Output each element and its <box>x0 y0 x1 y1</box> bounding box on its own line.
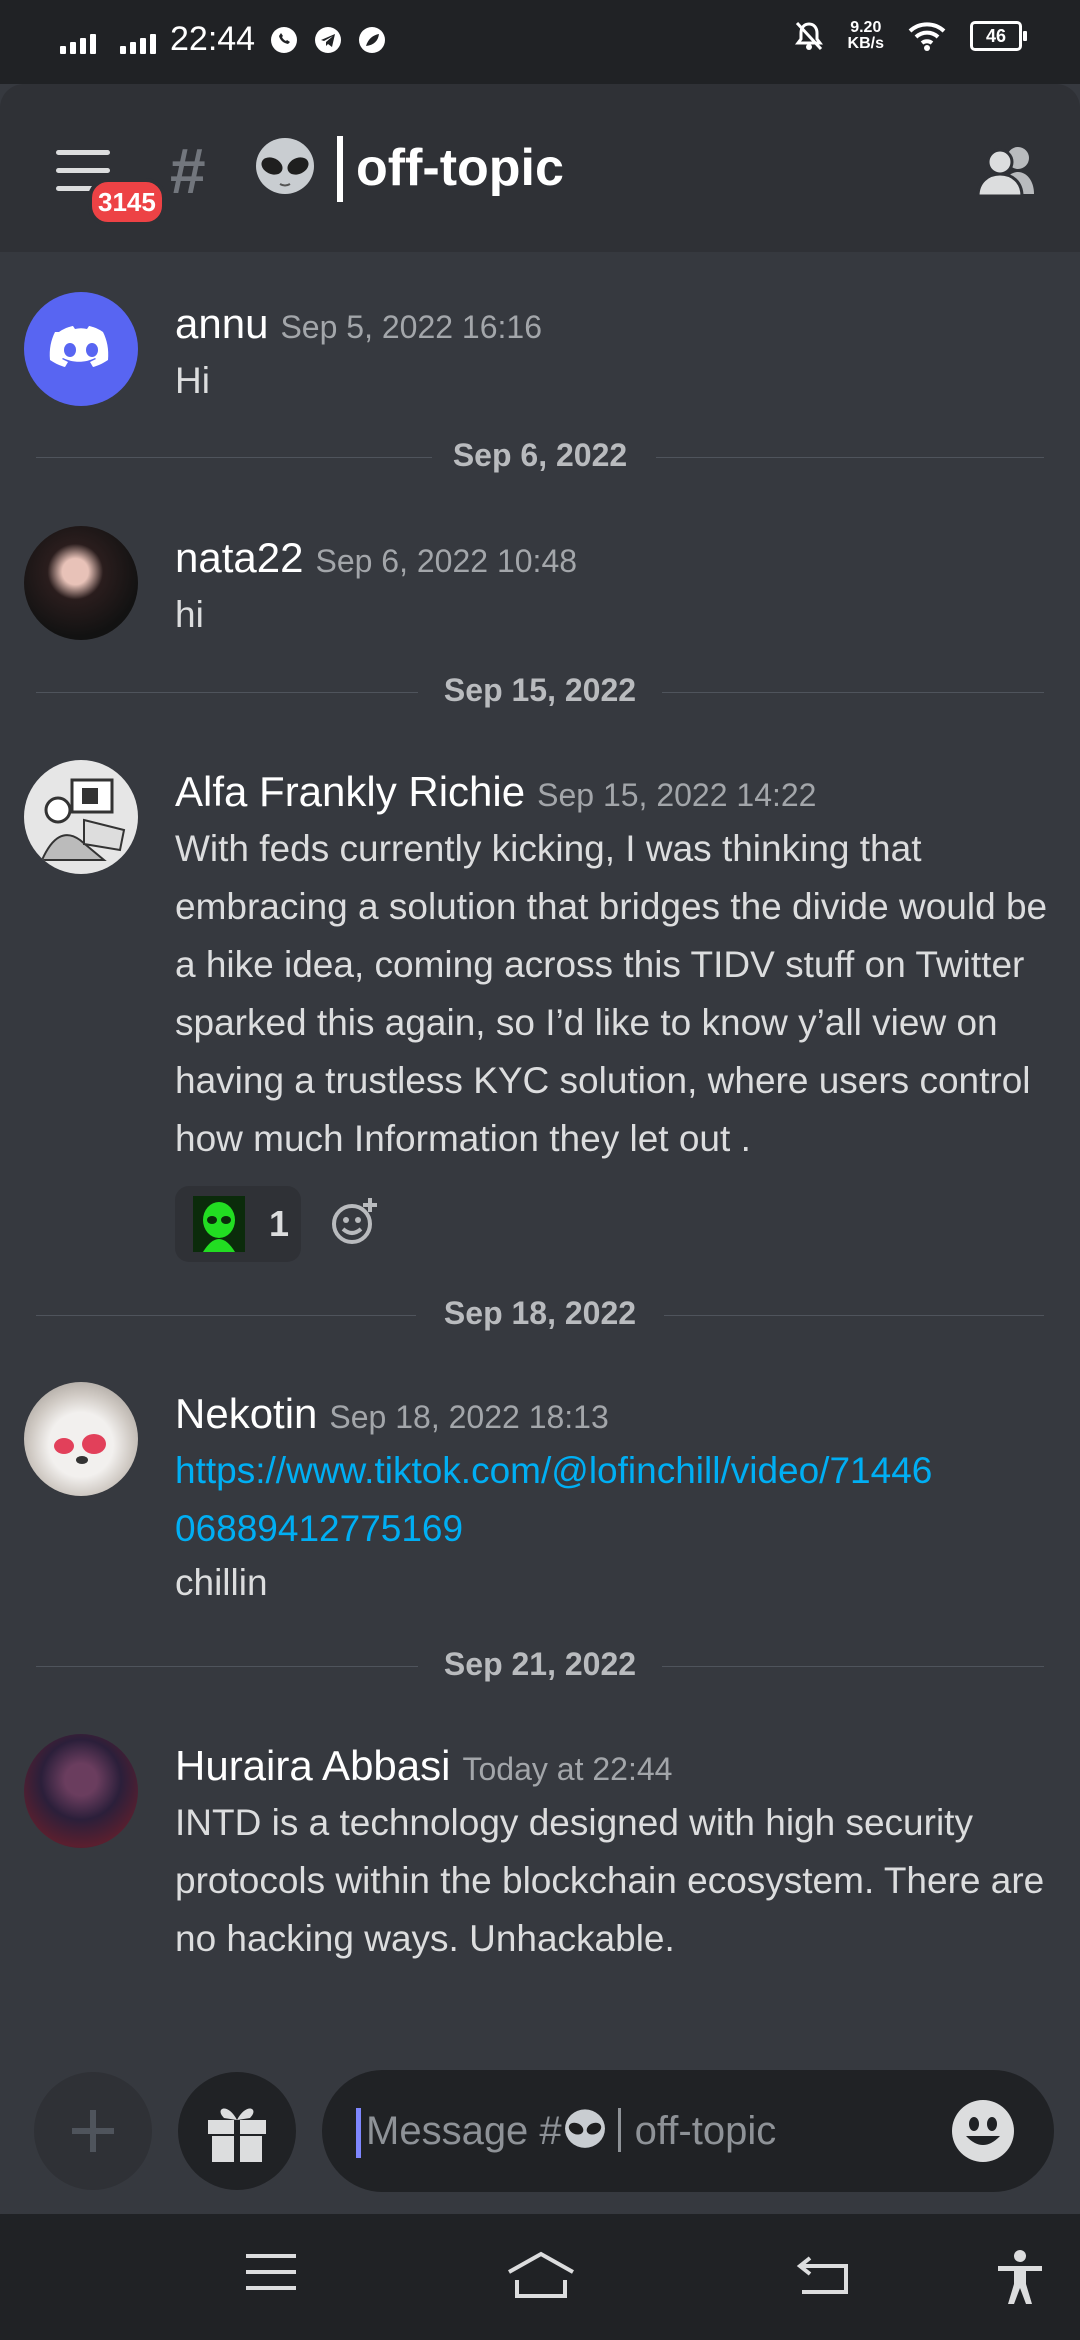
network-speed: 9.20 KB/s <box>847 19 884 52</box>
message-timestamp: Today at 22:44 <box>462 1751 673 1787</box>
wifi-icon <box>908 22 946 51</box>
accessibility-icon[interactable] <box>996 2250 1044 2306</box>
gift-button[interactable] <box>178 2072 296 2190</box>
date-divider: Sep 6, 2022 <box>36 437 1044 477</box>
back-icon[interactable] <box>796 2250 852 2296</box>
recent-apps-icon[interactable] <box>244 2250 298 2294</box>
avatar[interactable] <box>24 1382 138 1496</box>
whatsapp-icon <box>271 26 298 53</box>
message-author[interactable]: nata22 Sep 6, 2022 10:48 <box>175 534 577 582</box>
mute-bell-icon <box>794 21 823 51</box>
signal-icon-2 <box>120 26 156 54</box>
alien-emoji-icon <box>564 2109 605 2148</box>
message-timestamp: Sep 15, 2022 14:22 <box>537 777 817 813</box>
members-icon[interactable] <box>974 144 1040 196</box>
sketch-avatar-icon <box>40 778 126 861</box>
emoji-button[interactable] <box>952 2100 1014 2162</box>
status-bar: 22:44 9.20 KB/s 46 <box>0 0 1080 84</box>
channel-name: off-topic <box>356 139 564 197</box>
gift-icon <box>208 2108 266 2162</box>
alien-sticker-icon <box>193 1196 245 1252</box>
telegram-icon <box>315 26 342 53</box>
smiley-icon <box>966 2117 1000 2145</box>
message-text: With feds currently kicking, I was think… <box>175 828 1048 1159</box>
home-icon[interactable] <box>505 2250 577 2300</box>
date-divider: Sep 15, 2022 <box>36 672 1044 712</box>
signal-icon <box>60 26 96 54</box>
date-divider: Sep 18, 2022 <box>36 1295 1044 1335</box>
message-timestamp: Sep 18, 2022 18:13 <box>329 1399 609 1435</box>
date-divider: Sep 21, 2022 <box>36 1646 1044 1686</box>
message-input-placeholder: Message # off-topic <box>366 2108 777 2153</box>
message-text: chillin <box>175 1562 268 1603</box>
add-reaction-icon[interactable] <box>330 1196 380 1246</box>
avatar[interactable] <box>24 1734 138 1848</box>
channel-hash-icon: # <box>170 135 206 207</box>
system-nav-bar <box>0 2214 1080 2340</box>
message-text: Hi <box>175 360 210 401</box>
message-author[interactable]: annu Sep 5, 2022 16:16 <box>175 300 542 348</box>
message-input[interactable]: Message # off-topic <box>322 2070 1054 2192</box>
message-author[interactable]: Huraira Abbasi Today at 22:44 <box>175 1742 672 1790</box>
attach-button[interactable] <box>34 2072 152 2190</box>
channel-separator <box>337 136 343 202</box>
message-text: hi <box>175 594 204 635</box>
message-timestamp: Sep 5, 2022 16:16 <box>280 309 542 345</box>
plus-icon <box>72 2110 114 2152</box>
channel-header: 3145 # off-topic <box>0 84 1080 252</box>
reaction-chip[interactable]: 1 <box>175 1186 301 1262</box>
reaction-count: 1 <box>269 1203 290 1244</box>
status-time: 22:44 <box>170 20 256 58</box>
message-timestamp: Sep 6, 2022 10:48 <box>315 543 578 579</box>
avatar[interactable] <box>24 526 138 640</box>
notification-badge: 3145 <box>88 178 166 226</box>
discord-logo-icon <box>49 326 109 367</box>
message-author[interactable]: Alfa Frankly Richie Sep 15, 2022 14:22 <box>175 768 816 816</box>
message-author[interactable]: Nekotin Sep 18, 2022 18:13 <box>175 1390 609 1438</box>
avatar[interactable] <box>24 292 138 406</box>
app-leaf-icon <box>359 26 386 53</box>
battery-icon: 46 <box>970 21 1027 51</box>
cat-avatar-icon <box>54 1434 106 1464</box>
message-link[interactable]: https://www.tiktok.com/@lofinchill/video… <box>175 1442 935 1558</box>
avatar[interactable] <box>24 760 138 874</box>
text-caret <box>356 2108 361 2158</box>
alien-emoji-icon <box>256 138 314 194</box>
message-text: INTD is a technology designed with high … <box>175 1802 1045 1959</box>
